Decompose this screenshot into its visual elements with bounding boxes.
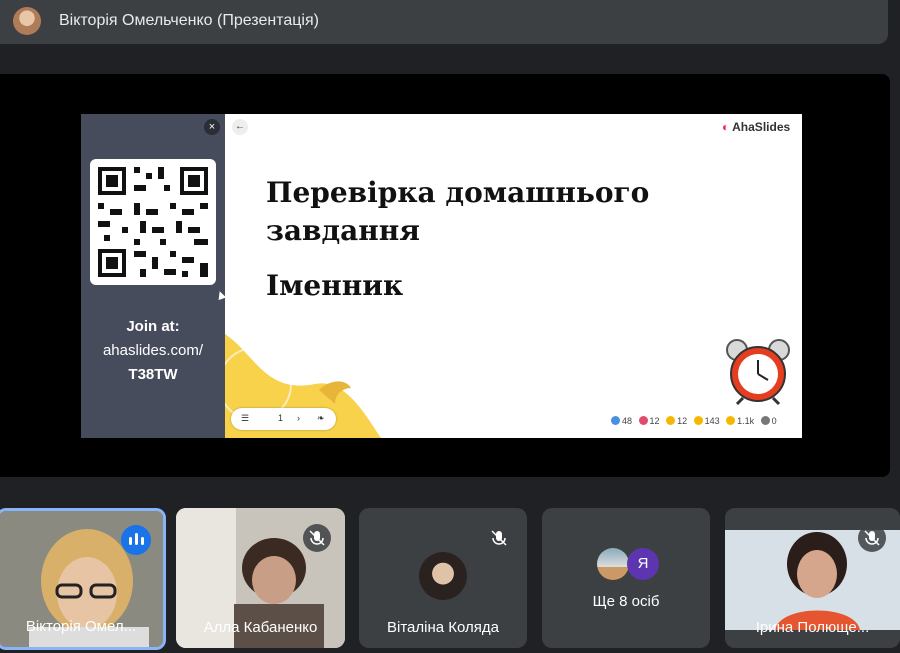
- qr-code: [90, 159, 216, 285]
- slide-controls: ☰ 1 › ❧: [231, 408, 336, 430]
- presenter-title: Вікторія Омельченко (Презентація): [59, 12, 319, 29]
- mic-off-icon: [858, 524, 886, 552]
- wow-count: 143: [704, 416, 720, 426]
- like-icon: 48: [611, 416, 632, 426]
- slide-heading: Перевірка домашнього завдання: [266, 176, 650, 247]
- heart-icon: 12: [638, 416, 660, 426]
- wow-icon: 143: [693, 416, 720, 426]
- ahaslides-logo: ◐ AhaSlides: [722, 120, 791, 134]
- like-count: 48: [622, 416, 633, 426]
- reaction-bar: 48 12 12 143 1.1k 0: [611, 416, 781, 426]
- menu-icon[interactable]: ☰: [241, 413, 249, 424]
- sad-count: 1.1k: [737, 416, 755, 426]
- presentation-slide: × Join at: ahaslides.com/ T38TW ← ◐ AhaS…: [81, 114, 802, 438]
- participant-name: Вікторія Омел...: [25, 618, 137, 635]
- join-instructions: Join at: ahaslides.com/ T38TW: [81, 315, 225, 387]
- close-icon[interactable]: ×: [204, 119, 220, 135]
- speaking-indicator-icon: [121, 525, 151, 555]
- more-participants-label: Ще 8 осіб: [592, 593, 660, 610]
- brand-name: AhaSlides: [732, 120, 791, 134]
- presenter-bar: Вікторія Омельченко (Презентація): [0, 0, 888, 44]
- participant-avatar: [597, 548, 629, 580]
- more-participants-avatars: Я: [597, 548, 667, 580]
- slide-subheading: Іменник: [266, 269, 404, 302]
- participant-tile[interactable]: Віталіна Коляда: [359, 508, 527, 648]
- more-participants-tile[interactable]: Я Ще 8 осіб: [542, 508, 710, 648]
- presenter-avatar: [13, 7, 41, 35]
- mic-off-icon: [485, 524, 513, 552]
- people-count: 0: [771, 416, 777, 426]
- alarm-clock-icon: [726, 339, 790, 406]
- join-line-2: ahaslides.com/: [102, 342, 204, 359]
- join-code: T38TW: [128, 366, 178, 383]
- page-number: 1: [278, 413, 284, 423]
- participant-name: Віталіна Коляда: [387, 619, 499, 636]
- people-icon: 0: [760, 416, 777, 426]
- participant-tile[interactable]: Алла Кабаненко: [176, 508, 345, 648]
- sad-icon: 1.1k: [726, 416, 754, 426]
- participant-avatar: [419, 552, 467, 600]
- leaf-icon[interactable]: ❧: [317, 413, 325, 424]
- participant-tile[interactable]: Ірина Полюще...: [725, 508, 900, 648]
- laugh-count: 12: [677, 416, 688, 426]
- join-panel: × Join at: ahaslides.com/ T38TW: [81, 114, 225, 438]
- participant-tile[interactable]: Вікторія Омел...: [0, 508, 166, 650]
- back-arrow-icon[interactable]: ←: [232, 119, 248, 135]
- participant-avatar-letter: Я: [627, 548, 659, 580]
- heart-count: 12: [649, 416, 660, 426]
- join-line-1: Join at:: [126, 318, 180, 335]
- participant-name: Ірина Полюще...: [755, 619, 870, 636]
- participant-name: Алла Кабаненко: [203, 619, 318, 636]
- next-slide-button[interactable]: ›: [297, 413, 300, 423]
- mic-off-icon: [303, 524, 331, 552]
- laugh-icon: 12: [666, 416, 687, 426]
